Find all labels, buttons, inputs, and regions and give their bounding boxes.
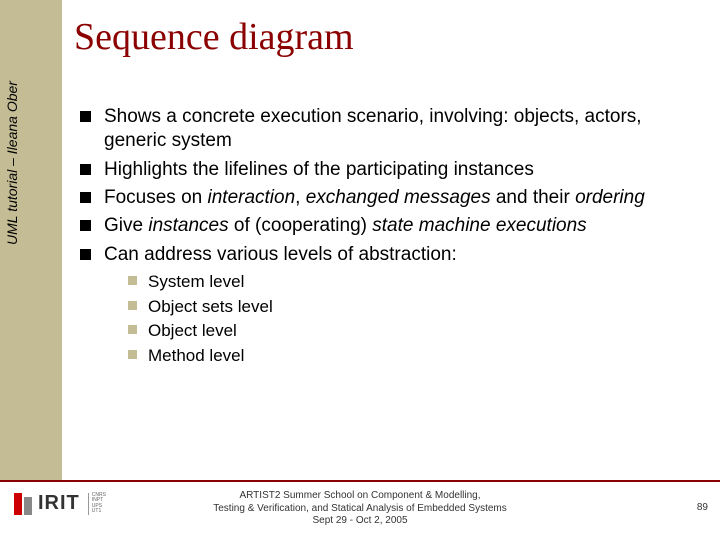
logo: IRIT CNRS INPT UPS UT1 [14,492,106,515]
logo-text: IRIT [38,492,80,515]
slide: UML tutorial – Ileana Ober Sequence diag… [0,0,720,540]
bullet-text: of (cooperating) [229,215,373,236]
footer-text: ARTIST2 Summer School on Component & Mod… [170,490,550,528]
footer-divider [0,480,720,482]
logo-sub: UT1 [92,509,106,515]
sub-text: Method level [148,346,244,365]
emphasis: exchanged messages [306,187,491,208]
footer-line: ARTIST2 Summer School on Component & Mod… [170,490,550,503]
bullet-item: Give instances of (cooperating) state ma… [80,214,700,238]
sub-item: Object sets level [128,296,700,318]
bullet-text: Highlights the lifelines of the particip… [104,159,534,180]
sub-text: System level [148,272,244,291]
bullet-item: Focuses on interaction, exchanged messag… [80,186,700,210]
sub-item: Object level [128,320,700,342]
sub-list: System level Object sets level Object le… [128,271,700,367]
page-number: 89 [697,502,708,513]
sidebar-label: UML tutorial – Ileana Ober [4,3,20,245]
bullet-text: Focuses on [104,187,208,208]
emphasis: ordering [575,187,645,208]
bullet-text: , [295,187,306,208]
footer-line: Testing & Verification, and Statical Ana… [170,503,550,516]
emphasis: interaction [208,187,296,208]
bullet-text: Can address various levels of abstractio… [104,244,457,265]
bullet-item: Shows a concrete execution scenario, inv… [80,105,700,154]
footer-line: Sept 29 - Oct 2, 2005 [170,515,550,528]
emphasis: state machine executions [372,215,586,236]
sub-item: System level [128,271,700,293]
sub-text: Object sets level [148,297,273,316]
bullet-list: Shows a concrete execution scenario, inv… [80,105,700,367]
bullet-item: Highlights the lifelines of the particip… [80,158,700,182]
bullet-text: Shows a concrete execution scenario, inv… [104,106,642,151]
sub-text: Object level [148,321,237,340]
bullet-text: Give [104,215,148,236]
logo-affiliations: CNRS INPT UPS UT1 [88,493,106,515]
bullet-item: Can address various levels of abstractio… [80,243,700,367]
bullet-text: and their [491,187,576,208]
body: Shows a concrete execution scenario, inv… [80,105,700,371]
emphasis: instances [148,215,228,236]
sub-item: Method level [128,345,700,367]
logo-mark-icon [14,493,32,515]
slide-title: Sequence diagram [74,15,354,59]
